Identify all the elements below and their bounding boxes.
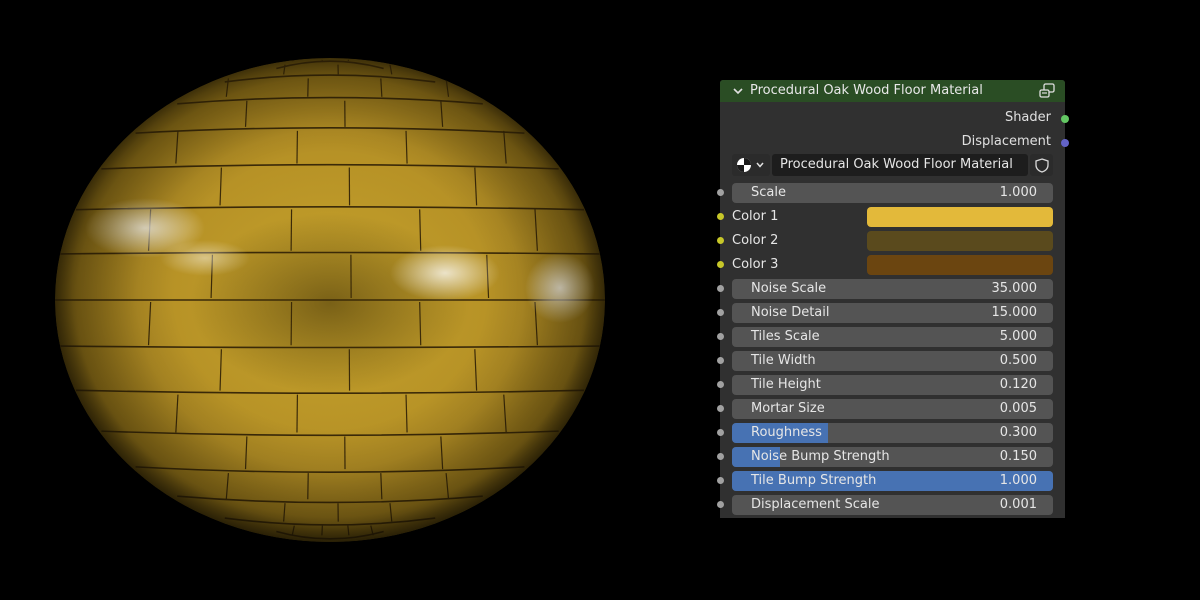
field-label: Tile Bump Strength	[751, 473, 877, 488]
color-3-label: Color 3	[732, 257, 779, 272]
input-socket-color-1[interactable]	[717, 213, 724, 220]
field-value: 35.000	[991, 281, 1038, 296]
tile-width-field[interactable]: Tile Width 0.500	[732, 351, 1053, 371]
field-value: 1.000	[999, 185, 1037, 200]
input-socket-tile-width[interactable]	[717, 357, 724, 364]
material-selector: Procedural Oak Wood Floor Material	[732, 154, 1053, 176]
shield-icon	[1035, 158, 1049, 173]
input-socket-mortar-size[interactable]	[717, 405, 724, 412]
output-shader-socket[interactable]	[1061, 115, 1069, 123]
tile-height-field[interactable]: Tile Height 0.120	[732, 375, 1053, 395]
material-name-field[interactable]: Procedural Oak Wood Floor Material	[772, 154, 1028, 176]
field-label: Noise Bump Strength	[751, 449, 890, 464]
tiles-scale-field[interactable]: Tiles Scale 5.000	[732, 327, 1053, 347]
field-value: 0.300	[999, 425, 1037, 440]
color-1-label: Color 1	[732, 209, 779, 224]
tile-bump-strength-slider[interactable]: Tile Bump Strength 1.000	[732, 471, 1053, 491]
material-node[interactable]: Procedural Oak Wood Floor Material Shade…	[717, 80, 1069, 518]
input-socket-color-2[interactable]	[717, 237, 724, 244]
noise-bump-strength-slider[interactable]: Noise Bump Strength 0.150	[732, 447, 1053, 467]
field-value: 0.005	[999, 401, 1037, 416]
preview-sphere	[55, 58, 605, 542]
field-value: 5.000	[999, 329, 1037, 344]
node-title: Procedural Oak Wood Floor Material	[750, 83, 983, 98]
material-sphere-icon	[737, 158, 764, 172]
field-label: Noise Detail	[751, 305, 830, 320]
noise-detail-field[interactable]: Noise Detail 15.000	[732, 303, 1053, 323]
input-socket-color-3[interactable]	[717, 261, 724, 268]
field-label: Scale	[751, 185, 786, 200]
field-value: 0.500	[999, 353, 1037, 368]
color-1-row: Color 1	[732, 207, 1053, 227]
node-header[interactable]: Procedural Oak Wood Floor Material	[720, 80, 1065, 102]
input-socket-roughness[interactable]	[717, 429, 724, 436]
field-label: Tiles Scale	[751, 329, 820, 344]
input-socket-tile-height[interactable]	[717, 381, 724, 388]
input-socket-scale[interactable]	[717, 189, 724, 196]
node-group-icon[interactable]	[1038, 83, 1056, 99]
field-label: Roughness	[751, 425, 822, 440]
material-browse-button[interactable]	[732, 154, 770, 176]
color-3-row: Color 3	[732, 255, 1053, 275]
field-label: Noise Scale	[751, 281, 827, 296]
input-socket-noise-detail[interactable]	[717, 309, 724, 316]
color-2-label: Color 2	[732, 233, 779, 248]
field-label: Tile Width	[751, 353, 816, 368]
input-socket-tiles-scale[interactable]	[717, 333, 724, 340]
field-value: 15.000	[991, 305, 1038, 320]
chevron-down-icon	[756, 162, 764, 168]
color-3-swatch[interactable]	[867, 255, 1053, 275]
displacement-scale-field[interactable]: Displacement Scale 0.001	[732, 495, 1053, 515]
output-displacement-socket[interactable]	[1061, 139, 1069, 147]
material-preview-canvas: Procedural Oak Wood Floor Material Shade…	[0, 0, 1200, 600]
input-socket-noise-bump[interactable]	[717, 453, 724, 460]
scale-field[interactable]: Scale 1.000	[732, 183, 1053, 203]
field-label: Displacement Scale	[751, 497, 880, 512]
field-value: 1.000	[999, 473, 1037, 488]
field-value: 0.150	[999, 449, 1037, 464]
field-value: 0.120	[999, 377, 1037, 392]
color-1-swatch[interactable]	[867, 207, 1053, 227]
roughness-slider[interactable]: Roughness 0.300	[732, 423, 1053, 443]
color-2-swatch[interactable]	[867, 231, 1053, 251]
field-label: Tile Height	[751, 377, 821, 392]
field-label: Mortar Size	[751, 401, 825, 416]
noise-scale-field[interactable]: Noise Scale 35.000	[732, 279, 1053, 299]
input-socket-tile-bump[interactable]	[717, 477, 724, 484]
chevron-down-icon[interactable]	[732, 85, 744, 97]
input-socket-displacement-scale[interactable]	[717, 501, 724, 508]
input-socket-noise-scale[interactable]	[717, 285, 724, 292]
field-value: 0.001	[999, 497, 1037, 512]
color-2-row: Color 2	[732, 231, 1053, 251]
mortar-size-field[interactable]: Mortar Size 0.005	[732, 399, 1053, 419]
output-shader-label: Shader	[1004, 110, 1051, 125]
fake-user-button[interactable]	[1030, 154, 1053, 176]
output-displacement-label: Displacement	[961, 134, 1051, 149]
